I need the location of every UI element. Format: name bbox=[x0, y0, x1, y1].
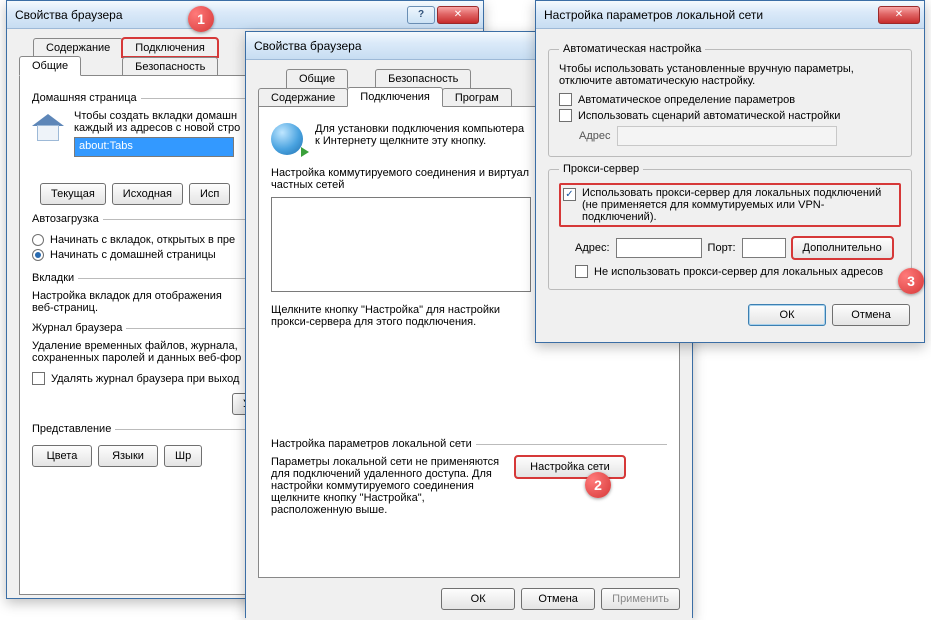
button-fonts[interactable]: Шр bbox=[164, 445, 202, 467]
window-title: Настройка параметров локальной сети bbox=[544, 8, 878, 22]
check-bypass-local[interactable]: Не использовать прокси-сервер для локаль… bbox=[575, 265, 901, 278]
button-ok[interactable]: ОК bbox=[748, 304, 826, 326]
titlebar[interactable]: Настройка параметров локальной сети ✕ bbox=[536, 1, 924, 29]
button-default[interactable]: Исходная bbox=[112, 183, 183, 205]
auto-desc: Чтобы использовать установленные вручную… bbox=[559, 63, 901, 87]
conn-desc-line2: к Интернету щелкните эту кнопку. bbox=[315, 135, 524, 147]
tab-general[interactable]: Общие bbox=[19, 56, 81, 76]
annotation-marker-2: 2 bbox=[585, 472, 611, 498]
group-home-page-label: Домашняя страница bbox=[32, 92, 141, 104]
button-ok[interactable]: ОК bbox=[441, 588, 515, 610]
script-addr-input bbox=[617, 126, 837, 146]
conn-desc-line1: Для установки подключения компьютера bbox=[315, 123, 524, 135]
tab-programs[interactable]: Програм bbox=[442, 88, 512, 108]
group-tabs-label: Вкладки bbox=[32, 272, 78, 284]
tab-connections[interactable]: Подключения bbox=[122, 38, 218, 57]
group-auto-label: Автоматическая настройка bbox=[559, 43, 705, 55]
button-apply[interactable]: Применить bbox=[601, 588, 680, 610]
button-lan-settings[interactable]: Настройка сети bbox=[515, 456, 625, 478]
group-presentation-label: Представление bbox=[32, 423, 115, 435]
dialog-footer: ОК Отмена bbox=[536, 294, 924, 336]
tab-general[interactable]: Общие bbox=[286, 69, 348, 88]
button-languages[interactable]: Языки bbox=[98, 445, 158, 467]
tab-security[interactable]: Безопасность bbox=[122, 57, 218, 77]
home-url-input[interactable]: about:Tabs bbox=[74, 137, 234, 157]
button-colors[interactable]: Цвета bbox=[32, 445, 92, 467]
globe-icon bbox=[271, 123, 303, 155]
button-advanced[interactable]: Дополнительно bbox=[792, 237, 893, 259]
proxy-port-label: Порт: bbox=[708, 242, 736, 254]
tab-content[interactable]: Содержание bbox=[33, 38, 123, 57]
group-proxy: Прокси-сервер ✓ Использовать прокси-серв… bbox=[548, 163, 912, 290]
group-proxy-label: Прокси-сервер bbox=[559, 163, 643, 175]
tab-security[interactable]: Безопасность bbox=[375, 69, 471, 88]
proxy-port-input[interactable] bbox=[742, 238, 786, 258]
home-icon bbox=[32, 114, 64, 142]
highlight-proxy-check: ✓ Использовать прокси-сервер для локальн… bbox=[559, 183, 901, 227]
check-use-proxy[interactable]: ✓ bbox=[563, 188, 576, 201]
group-lan-label: Настройка параметров локальной сети bbox=[271, 438, 476, 450]
group-auto: Автоматическая настройка Чтобы использов… bbox=[548, 43, 912, 157]
proxy-addr-input[interactable] bbox=[616, 238, 702, 258]
annotation-marker-1: 1 bbox=[188, 6, 214, 32]
group-journal-label: Журнал браузера bbox=[32, 322, 126, 334]
proxy-addr-label: Адрес: bbox=[575, 242, 610, 254]
journal-desc: Удаление временных файлов, журнала, сохр… bbox=[32, 340, 262, 364]
tabs-desc: Настройка вкладок для отображения веб-ст… bbox=[32, 290, 232, 314]
button-cancel[interactable]: Отмена bbox=[521, 588, 595, 610]
check-auto-script[interactable]: Использовать сценарий автоматической нас… bbox=[559, 109, 901, 122]
dialog-footer: ОК Отмена Применить bbox=[246, 578, 692, 620]
check-use-proxy-label: Использовать прокси-сервер для локальных… bbox=[582, 187, 897, 223]
help-button[interactable]: ? bbox=[407, 6, 435, 24]
close-button[interactable]: ✕ bbox=[437, 6, 479, 24]
lan-desc: Параметры локальной сети не применяются … bbox=[271, 456, 501, 516]
annotation-marker-3: 3 bbox=[898, 268, 924, 294]
tab-content[interactable]: Содержание bbox=[258, 88, 348, 108]
check-auto-detect[interactable]: Автоматическое определение параметров bbox=[559, 93, 901, 106]
lan-settings-window: Настройка параметров локальной сети ✕ Ав… bbox=[535, 0, 925, 343]
button-current[interactable]: Текущая bbox=[40, 183, 106, 205]
dial-hint-line2: прокси-сервера для этого подключения. bbox=[271, 316, 531, 328]
tab-connections[interactable]: Подключения bbox=[347, 87, 443, 107]
titlebar[interactable]: Свойства браузера ? ✕ bbox=[7, 1, 483, 29]
close-button[interactable]: ✕ bbox=[878, 6, 920, 24]
group-autoload-label: Автозагрузка bbox=[32, 213, 103, 225]
button-cancel[interactable]: Отмена bbox=[832, 304, 910, 326]
dial-list[interactable] bbox=[271, 197, 531, 292]
button-use[interactable]: Исп bbox=[189, 183, 230, 205]
dial-desc: Настройка коммутируемого соединения и ви… bbox=[271, 167, 531, 191]
dial-hint-line1: Щелкните кнопку "Настройка" для настройк… bbox=[271, 304, 531, 316]
script-addr-label: Адрес bbox=[579, 130, 611, 142]
